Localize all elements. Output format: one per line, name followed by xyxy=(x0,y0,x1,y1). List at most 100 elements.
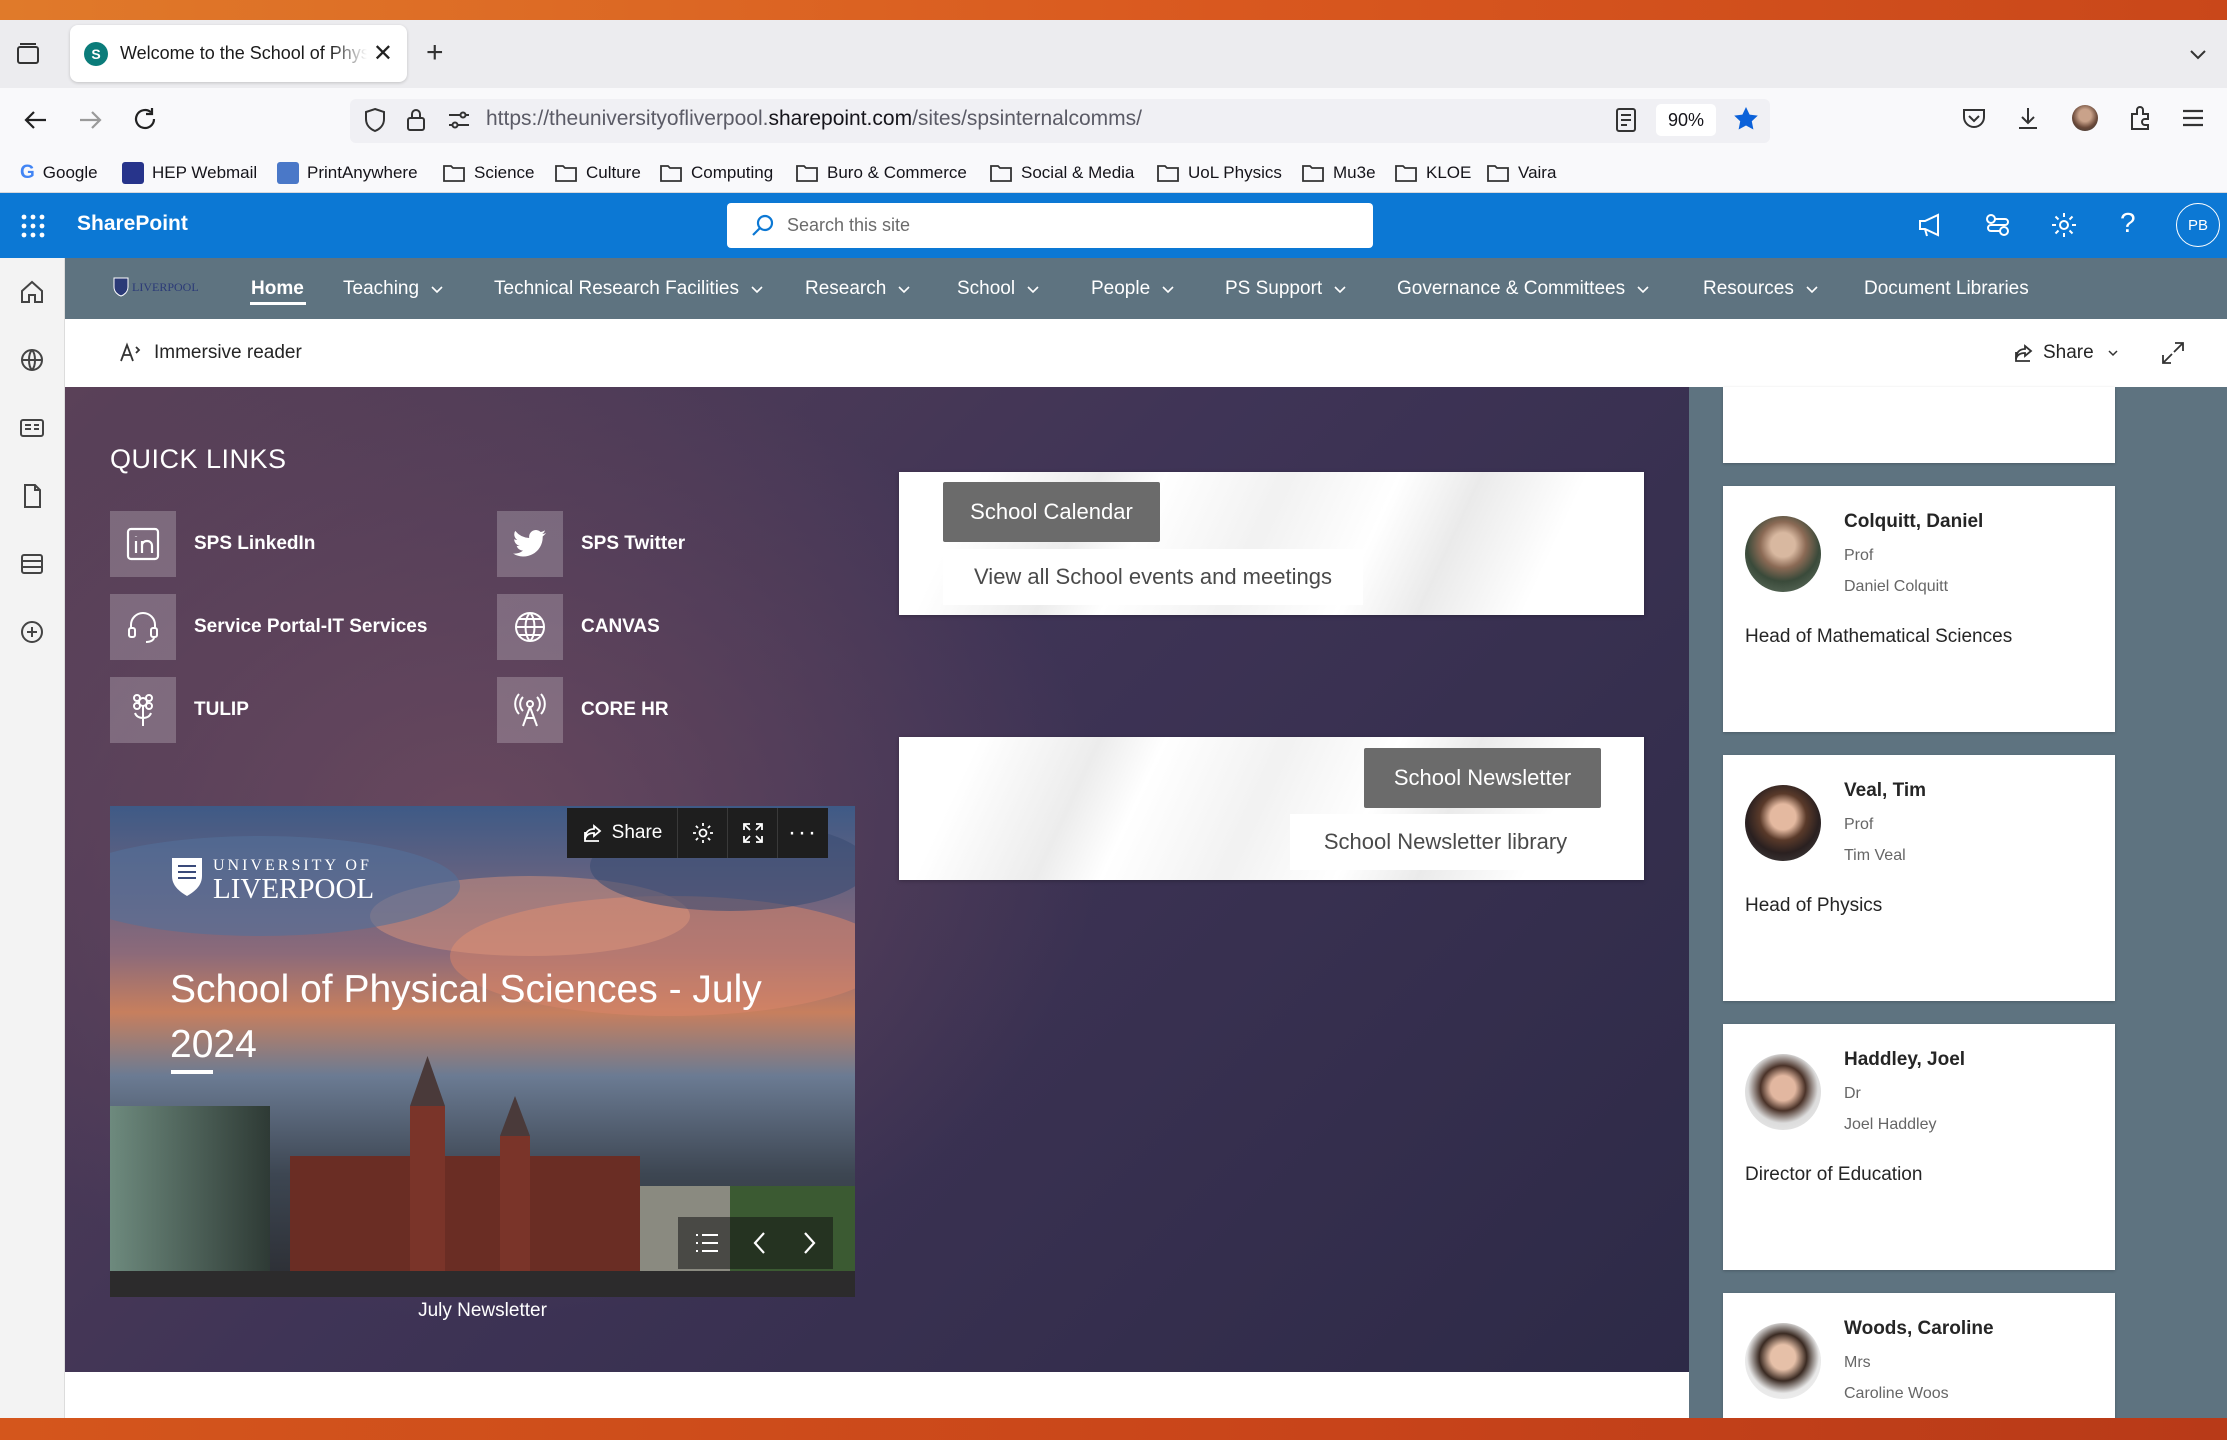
permissions-icon[interactable] xyxy=(446,108,472,132)
bookmark-folder-vaira[interactable]: Vaira xyxy=(1486,158,1556,188)
bookmark-star-icon[interactable] xyxy=(1731,104,1761,134)
list-icon[interactable] xyxy=(18,550,46,578)
nav-governance-committees[interactable]: Governance & Committees xyxy=(1397,258,1651,319)
bookmark-folder-mu3e[interactable]: Mu3e xyxy=(1301,158,1376,188)
avatar xyxy=(1745,1054,1821,1130)
tab-list-icon[interactable] xyxy=(14,40,42,68)
megaphone-icon[interactable] xyxy=(1916,211,1946,239)
chevron-down-icon xyxy=(751,285,763,293)
news-more-icon[interactable]: ··· xyxy=(778,808,828,858)
school-newsletter-button[interactable]: School Newsletter xyxy=(1364,748,1601,808)
person-full-name: Caroline Woos xyxy=(1844,1385,1949,1402)
people-card-colquitt[interactable]: Colquitt, Daniel Prof Daniel Colquitt He… xyxy=(1723,486,2115,732)
settings-gear-icon[interactable] xyxy=(2050,211,2078,239)
help-icon[interactable]: ? xyxy=(2120,209,2136,237)
quick-link-sps-twitter[interactable]: SPS Twitter xyxy=(497,511,685,577)
lock-icon[interactable] xyxy=(404,106,428,134)
nav-technical-research-facilities[interactable]: Technical Research Facilities xyxy=(494,258,765,319)
tab-active[interactable]: S Welcome to the School of Physical Scie… xyxy=(70,25,407,82)
nav-people[interactable]: People xyxy=(1091,258,1176,319)
tracking-shield-icon[interactable] xyxy=(362,106,388,134)
people-card-veal[interactable]: Veal, Tim Prof Tim Veal Head of Physics xyxy=(1723,755,2115,1001)
folder-icon xyxy=(1156,163,1180,183)
person-name[interactable]: Veal, Tim xyxy=(1844,780,1926,802)
person-full-name: Tim Veal xyxy=(1844,847,1906,864)
person-name[interactable]: Colquitt, Daniel xyxy=(1844,511,1983,533)
nav-document-libraries[interactable]: Document Libraries xyxy=(1864,258,2029,319)
create-plus-icon[interactable] xyxy=(18,618,46,646)
news-icon[interactable] xyxy=(18,414,46,442)
tab-title: Welcome to the School of Physical Scienc… xyxy=(120,43,367,63)
google-icon: G xyxy=(20,162,35,183)
quick-link-canvas[interactable]: CANVAS xyxy=(497,594,660,660)
globe-icon[interactable] xyxy=(18,346,46,374)
folder-icon xyxy=(989,163,1013,183)
forward-icon[interactable] xyxy=(74,104,106,136)
bookmark-google[interactable]: G Google xyxy=(20,158,98,188)
new-tab-icon[interactable]: + xyxy=(426,38,444,68)
person-name[interactable]: Haddley, Joel xyxy=(1844,1049,1965,1071)
people-card-haddley[interactable]: Haddley, Joel Dr Joel Haddley Director o… xyxy=(1723,1024,2115,1270)
chevron-left-icon[interactable] xyxy=(750,1229,770,1257)
share-button[interactable]: Share xyxy=(2013,319,2120,387)
liverpool-logo[interactable]: LIVERPOOL xyxy=(112,276,199,298)
file-icon[interactable] xyxy=(18,482,46,510)
immersive-reader-button[interactable]: Immersive reader xyxy=(118,319,302,387)
chevron-down-icon xyxy=(1027,285,1039,293)
downloads-icon[interactable] xyxy=(2014,104,2042,132)
avatar xyxy=(1745,516,1821,592)
person-name[interactable]: Woods, Caroline xyxy=(1844,1318,1994,1340)
bookmark-folder-science[interactable]: Science xyxy=(442,158,534,188)
reload-icon[interactable] xyxy=(130,104,160,134)
nav-teaching[interactable]: Teaching xyxy=(343,258,445,319)
tab-overflow-chevron-icon[interactable] xyxy=(2186,42,2210,66)
back-icon[interactable] xyxy=(20,104,52,136)
newsletter-library-link[interactable]: School Newsletter library xyxy=(1290,814,1601,870)
url-text[interactable]: https://theuniversityofliverpool.sharepo… xyxy=(486,107,1142,131)
menu-icon[interactable] xyxy=(2180,106,2206,130)
bookmark-folder-buro-commerce[interactable]: Buro & Commerce xyxy=(795,158,967,188)
news-share-button[interactable]: Share xyxy=(567,808,678,858)
extensions-icon[interactable] xyxy=(2126,104,2154,132)
people-card-top-partial xyxy=(1723,387,2115,463)
bookmark-folder-uol-physics[interactable]: UoL Physics xyxy=(1156,158,1282,188)
view-events-link[interactable]: View all School events and meetings xyxy=(943,549,1363,605)
quick-link-core-hr[interactable]: CORE HR xyxy=(497,677,669,743)
nav-research[interactable]: Research xyxy=(805,258,912,319)
bookmark-folder-social-media[interactable]: Social & Media xyxy=(989,158,1134,188)
folder-icon xyxy=(659,163,683,183)
bookmark-folder-kloe[interactable]: KLOE xyxy=(1394,158,1471,188)
expand-icon[interactable] xyxy=(2160,340,2186,366)
connections-icon[interactable] xyxy=(1984,211,2012,239)
school-calendar-button[interactable]: School Calendar xyxy=(943,482,1160,542)
user-avatar[interactable]: PB xyxy=(2176,203,2220,247)
close-tab-icon[interactable]: ✕ xyxy=(373,41,393,66)
people-card-woods[interactable]: Woods, Caroline Mrs Caroline Woos xyxy=(1723,1293,2115,1418)
news-fullscreen-icon[interactable] xyxy=(728,808,778,858)
nav-school[interactable]: School xyxy=(957,258,1041,319)
account-avatar-icon[interactable] xyxy=(2072,105,2098,131)
reader-view-icon[interactable] xyxy=(1614,106,1638,134)
quick-link-service-portal[interactable]: Service Portal-IT Services xyxy=(110,594,427,660)
bookmark-folder-culture[interactable]: Culture xyxy=(554,158,641,188)
pocket-icon[interactable] xyxy=(1960,104,1988,132)
bookmark-folder-computing[interactable]: Computing xyxy=(659,158,773,188)
nav-ps-support[interactable]: PS Support xyxy=(1225,258,1348,319)
home-icon[interactable] xyxy=(18,278,46,306)
bookmark-printanywhere[interactable]: PrintAnywhere xyxy=(277,158,418,188)
bookmark-hep-webmail[interactable]: HEP Webmail xyxy=(122,158,257,188)
quick-link-sps-linkedin[interactable]: SPS LinkedIn xyxy=(110,511,315,577)
chevron-right-icon[interactable] xyxy=(799,1229,819,1257)
sharepoint-app-name[interactable]: SharePoint xyxy=(77,212,188,236)
zoom-level[interactable]: 90% xyxy=(1656,104,1716,136)
news-settings-icon[interactable] xyxy=(678,808,728,858)
app-launcher-icon[interactable] xyxy=(20,213,46,239)
nav-resources[interactable]: Resources xyxy=(1703,258,1820,319)
quick-link-tulip[interactable]: TULIP xyxy=(110,677,249,743)
university-crest-icon xyxy=(170,856,204,898)
news-title[interactable]: School of Physical Sciences - July 2024 xyxy=(170,962,770,1072)
site-search-input[interactable]: Search this site xyxy=(727,203,1373,248)
university-logo-bottom: LIVERPOOL xyxy=(213,873,375,905)
list-view-icon[interactable] xyxy=(693,1231,721,1255)
nav-home[interactable]: Home xyxy=(251,258,304,319)
